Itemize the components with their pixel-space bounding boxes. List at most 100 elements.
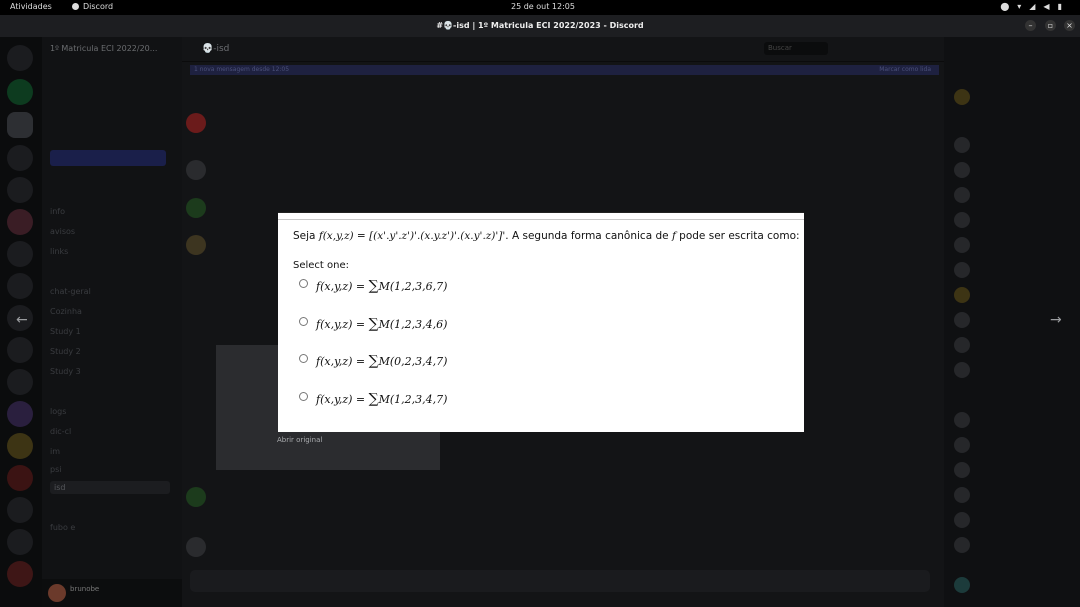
- search-input[interactable]: Buscar: [764, 42, 828, 55]
- app-name: Discord: [83, 2, 114, 11]
- avatar[interactable]: [186, 160, 206, 180]
- new-messages-banner[interactable]: 1 nova mensagem desde 12:05 Marcar como l…: [190, 65, 939, 75]
- server-icon[interactable]: [7, 112, 33, 138]
- channel-sidebar: 1º Matricula ECI 2022/20... info avisos …: [42, 37, 182, 607]
- channel-item[interactable]: logs: [50, 407, 66, 416]
- username: brunobe: [70, 585, 100, 593]
- window-title: #💀-isd | 1º Matricula ECI 2022/2023 - Di…: [436, 21, 644, 30]
- server-icon[interactable]: [7, 401, 33, 427]
- channel-item[interactable]: Cozinha: [50, 307, 82, 316]
- channel-item-selected[interactable]: isd: [50, 481, 170, 494]
- channel-item[interactable]: Study 3: [50, 367, 81, 376]
- channel-item[interactable]: Study 1: [50, 327, 81, 336]
- avatar[interactable]: [186, 113, 206, 133]
- option-rhs: M(1,2,3,4,6): [378, 318, 448, 331]
- avatar[interactable]: [954, 487, 970, 503]
- avatar[interactable]: [954, 287, 970, 303]
- avatar[interactable]: [954, 362, 970, 378]
- server-icon[interactable]: [7, 529, 33, 555]
- avatar[interactable]: [954, 537, 970, 553]
- maximize-button[interactable]: ▫: [1045, 20, 1056, 31]
- channel-item[interactable]: im: [50, 447, 60, 456]
- avatar[interactable]: [954, 577, 970, 593]
- channel-item[interactable]: fubo e: [50, 523, 75, 532]
- question-expression: [(x'.y'.z')'.(x.y.z')'.(x.y'.z)']': [369, 230, 506, 242]
- avatar[interactable]: [186, 235, 206, 255]
- channel-item[interactable]: psi: [50, 465, 61, 474]
- home-icon[interactable]: [7, 45, 33, 71]
- channel-item[interactable]: chat-geral: [50, 287, 91, 296]
- select-one-label: Select one:: [293, 260, 350, 271]
- app-menu[interactable]: Discord: [72, 2, 113, 11]
- message-input[interactable]: [190, 570, 930, 592]
- quick-switcher-button[interactable]: [50, 150, 166, 166]
- option-lhs: f(x,y,z) =: [316, 280, 369, 293]
- image-viewer: Seja f(x,y,z) = [(x'.y'.z')'.(x.y.z')'.(…: [278, 212, 804, 432]
- activities-button[interactable]: Atividades: [10, 2, 52, 11]
- previous-image-arrow[interactable]: ←: [16, 312, 28, 328]
- avatar[interactable]: [954, 137, 970, 153]
- avatar[interactable]: [954, 312, 970, 328]
- avatar[interactable]: [186, 537, 206, 557]
- clock[interactable]: 25 de out 12:05: [511, 2, 575, 11]
- sigma-symbol: ∑: [368, 278, 379, 294]
- avatar[interactable]: [954, 262, 970, 278]
- option-rhs: M(0,2,3,4,7): [378, 355, 448, 368]
- server-icon[interactable]: [7, 465, 33, 491]
- minimize-button[interactable]: –: [1025, 20, 1036, 31]
- open-original-link[interactable]: Abrir original: [277, 436, 322, 444]
- server-icon[interactable]: [7, 177, 33, 203]
- avatar[interactable]: [954, 237, 970, 253]
- question-function: f(x,y,z): [318, 230, 354, 242]
- option-rhs: M(1,2,3,4,7): [378, 393, 448, 406]
- channel-item[interactable]: avisos: [50, 227, 75, 236]
- avatar[interactable]: [954, 512, 970, 528]
- radio-button[interactable]: [299, 354, 308, 363]
- radio-button[interactable]: [299, 279, 308, 288]
- channel-item[interactable]: dic-cl: [50, 427, 71, 436]
- close-button[interactable]: ×: [1064, 20, 1075, 31]
- channel-name: 💀-isd: [202, 44, 230, 54]
- channel-item[interactable]: links: [50, 247, 68, 256]
- avatar[interactable]: [954, 162, 970, 178]
- avatar[interactable]: [954, 212, 970, 228]
- system-tray[interactable]: ⬤▾◢◀▮: [1000, 2, 1070, 11]
- next-image-arrow[interactable]: →: [1050, 312, 1062, 328]
- avatar[interactable]: [954, 187, 970, 203]
- user-panel: brunobe: [42, 579, 182, 607]
- option-lhs: f(x,y,z) =: [316, 393, 369, 406]
- sigma-symbol: ∑: [368, 316, 379, 332]
- server-icon[interactable]: [7, 497, 33, 523]
- option-lhs: f(x,y,z) =: [316, 355, 369, 368]
- avatar[interactable]: [186, 487, 206, 507]
- server-icon[interactable]: [7, 433, 33, 459]
- discord-icon: [72, 3, 79, 10]
- server-icon[interactable]: [7, 273, 33, 299]
- question-text: Seja f(x,y,z) = [(x'.y'.z')'.(x.y.z')'.(…: [293, 230, 800, 242]
- avatar[interactable]: [954, 89, 970, 105]
- avatar[interactable]: [954, 462, 970, 478]
- avatar[interactable]: [954, 412, 970, 428]
- divider: [278, 219, 804, 220]
- server-icon[interactable]: [7, 369, 33, 395]
- server-icon[interactable]: [7, 337, 33, 363]
- radio-button[interactable]: [299, 317, 308, 326]
- avatar[interactable]: [954, 437, 970, 453]
- question-suffix: . A segunda forma canônica de: [505, 230, 672, 242]
- mark-read-button[interactable]: Marcar como lida: [879, 65, 931, 75]
- server-icon[interactable]: [7, 209, 33, 235]
- avatar[interactable]: [48, 584, 66, 602]
- channel-item[interactable]: Study 2: [50, 347, 81, 356]
- server-icon[interactable]: [7, 145, 33, 171]
- server-icon[interactable]: [7, 561, 33, 587]
- avatar[interactable]: [954, 337, 970, 353]
- channel-item[interactable]: info: [50, 207, 65, 216]
- avatar[interactable]: [186, 198, 206, 218]
- radio-button[interactable]: [299, 392, 308, 401]
- server-icon[interactable]: [7, 79, 33, 105]
- question-end: pode ser escrita como:: [675, 230, 800, 242]
- server-icon[interactable]: [7, 241, 33, 267]
- server-name[interactable]: 1º Matricula ECI 2022/20...: [50, 44, 157, 53]
- question-equals: =: [353, 230, 370, 242]
- system-topbar: Atividades Discord 25 de out 12:05 ⬤▾◢◀▮: [0, 0, 1080, 15]
